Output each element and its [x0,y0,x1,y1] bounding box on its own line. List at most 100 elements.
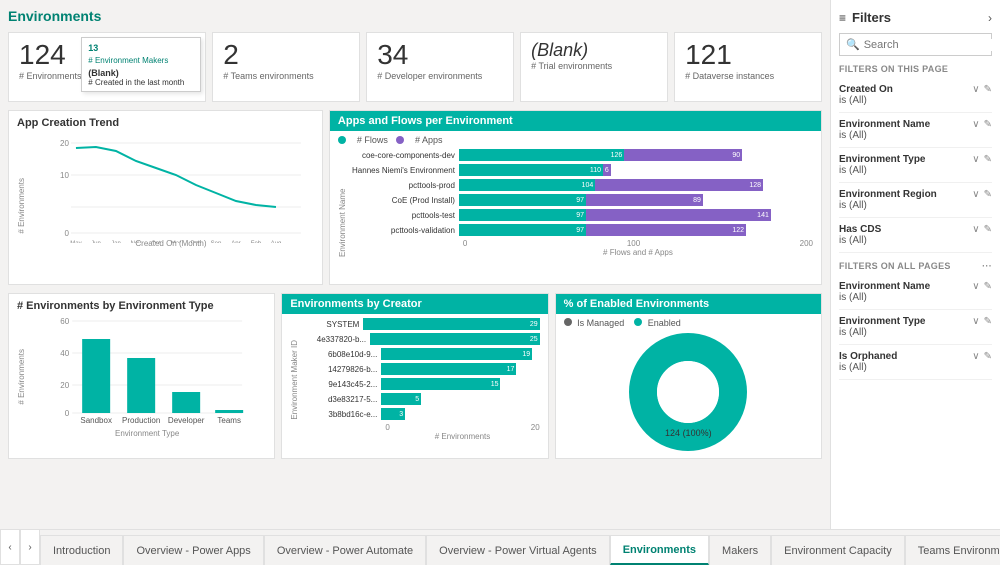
svg-text:Teams: Teams [217,416,241,425]
filter-edit-icon-7[interactable]: ✎ [984,316,992,327]
filter-env-type: Environment Type ∨ ✎ is (All) [839,148,992,183]
filter-edit-icon-2[interactable]: ✎ [984,119,992,130]
filter-chevron-icon-5[interactable]: ∨ [972,224,979,235]
tab-teams-environments[interactable]: Teams Environments [905,535,1000,565]
filter-is-orphaned: Is Orphaned ∨ ✎ is (All) [839,345,992,380]
pct-enabled-card: % of Enabled Environments Is Managed Ena… [555,293,822,459]
filter-created-on-icons: ∨ ✎ [972,84,992,95]
tooltip-line1: 13 [88,42,194,55]
filter-env-region-icons: ∨ ✎ [972,189,992,200]
filter-edit-icon[interactable]: ✎ [984,84,992,95]
svg-text:Production: Production [122,416,160,425]
env-by-creator-x-label: # Environments [385,432,539,441]
filter-edit-icon-4[interactable]: ✎ [984,189,992,200]
filters-expand-button[interactable]: › [988,11,992,25]
filter-chevron-icon-2[interactable]: ∨ [972,119,979,130]
flows-apps-y-label: Environment Name [338,149,347,257]
env-by-type-title: # Environments by Environment Type [17,300,266,312]
enabled-dot [634,318,642,326]
hbar-flows-4: 97 [459,209,586,221]
search-input[interactable] [864,39,1000,51]
filter-chevron-icon-6[interactable]: ∨ [972,281,979,292]
pct-enabled-title: % of Enabled Environments [556,294,821,314]
filter-chevron-icon-8[interactable]: ∨ [972,351,979,362]
hbar-apps-3: 89 [586,194,703,206]
hbar-apps-0: 90 [624,149,742,161]
creator-row-0: SYSTEM 29 [301,318,539,330]
all-filters-more[interactable]: ··· [982,261,992,271]
filter-edit-icon-8[interactable]: ✎ [984,351,992,362]
filters-panel: ≡ Filters › 🔍 Filters on this page Creat… [830,0,1000,529]
creator-label-6: 3b8bd16c-e... [301,410,381,419]
tab-introduction[interactable]: Introduction [40,535,123,565]
filter-env-type-icons: ∨ ✎ [972,154,992,165]
hbar-row-3: CoE (Prod Install) 97 89 [349,194,813,206]
kpi-label-developer: # Developer environments [377,71,503,81]
creator-tick-0: 0 [385,423,389,432]
creator-row-6: 3b8bd16c-e... 3 [301,408,539,420]
filter-is-orphaned-header: Is Orphaned ∨ ✎ [839,351,992,362]
search-box[interactable]: 🔍 [839,33,992,56]
filter-env-name-icons: ∨ ✎ [972,119,992,130]
tooltip-line1-label: # Environment Makers [88,55,194,66]
tab-overview-power-apps[interactable]: Overview - Power Apps [123,535,263,565]
filter-chevron-icon-3[interactable]: ∨ [972,154,979,165]
page-title: Environments [8,8,822,24]
hbar-apps-5: 122 [586,224,746,236]
env-type-svg: 60 40 20 0 [28,316,266,426]
kpi-tooltip: 13 # Environment Makers (Blank) # Create… [81,37,201,92]
svg-text:10: 10 [60,171,69,180]
filter-env-name-label: Environment Name [839,119,930,130]
hbar-flows-0: 126 [459,149,624,161]
tab-prev-button[interactable]: ‹ [0,529,20,565]
filter-chevron-icon[interactable]: ∨ [972,84,979,95]
filter-env-type-value: is (All) [839,165,992,176]
creator-row-1: 4e337820-b... 25 [301,333,539,345]
creator-label-0: SYSTEM [301,320,363,329]
tab-overview-power-automate[interactable]: Overview - Power Automate [264,535,426,565]
creator-bar-6: 3 [381,408,405,420]
hbar-row-2: pcttools-prod 104 128 [349,179,813,191]
creator-row-4: 9e143c45-2... 15 [301,378,539,390]
filter-chevron-icon-4[interactable]: ∨ [972,189,979,200]
env-by-creator-y-label: Environment Maker ID [290,340,299,420]
tab-makers[interactable]: Makers [709,535,771,565]
filter-env-type-label: Environment Type [839,154,926,165]
filter-has-cds-icons: ∨ ✎ [972,224,992,235]
creator-bar-0: 29 [363,318,539,330]
filter-env-region-value: is (All) [839,200,992,211]
apps-legend-dot [396,136,404,144]
filter-env-region: Environment Region ∨ ✎ is (All) [839,183,992,218]
filter-has-cds-label: Has CDS [839,224,881,235]
kpi-number-developer: 34 [377,41,503,69]
hbar-container-5: 97 122 [459,224,813,236]
app-creation-x-label: Created On (Month) [28,239,314,248]
tab-overview-power-virtual-agents[interactable]: Overview - Power Virtual Agents [426,535,610,565]
filter-edit-icon-6[interactable]: ✎ [984,281,992,292]
kpi-number-trial: (Blank) [531,41,657,59]
page-filters-title: Filters on this page [839,64,992,74]
creator-label-5: d3e83217-5... [301,395,381,404]
apps-legend-label: # Apps [415,135,443,145]
apps-flows-title: Apps and Flows per Environment [330,111,821,131]
hbar-container-2: 104 128 [459,179,813,191]
kpi-number-dataverse: 121 [685,41,811,69]
filter-chevron-icon-7[interactable]: ∨ [972,316,979,327]
filter-all-env-name-value: is (All) [839,292,992,303]
hbar-row-1: Hannes Niemi's Environment 110 6 [349,164,813,176]
tab-environment-capacity[interactable]: Environment Capacity [771,535,905,565]
tab-environments[interactable]: Environments [610,535,709,565]
hbar-container-0: 126 90 [459,149,813,161]
hbar-flows-2: 104 [459,179,595,191]
filter-edit-icon-5[interactable]: ✎ [984,224,992,235]
is-managed-label: Is Managed [577,318,624,328]
kpi-card-dataverse: 121 # Dataverse instances [674,32,822,102]
filter-all-env-type-value: is (All) [839,327,992,338]
filter-created-on-name: Created On [839,84,893,95]
svg-text:Sandbox: Sandbox [80,416,112,425]
search-icon: 🔍 [846,38,860,51]
hbar-tick-0: 0 [463,239,467,248]
tab-next-button[interactable]: › [20,529,40,565]
filter-edit-icon-3[interactable]: ✎ [984,154,992,165]
filter-env-type-header: Environment Type ∨ ✎ [839,154,992,165]
